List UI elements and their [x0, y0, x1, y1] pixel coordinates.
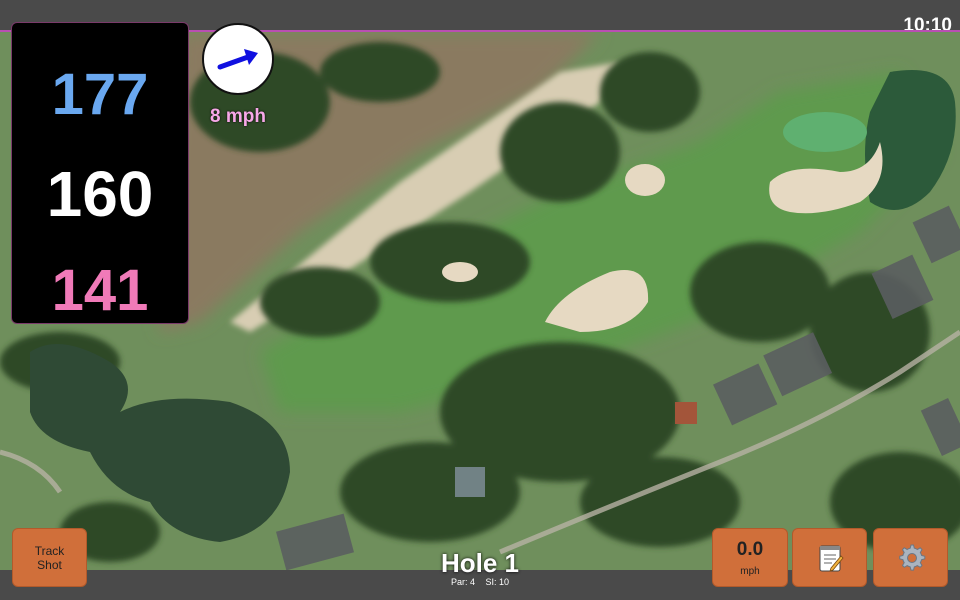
middle-distance: 160: [46, 158, 154, 230]
settings-button[interactable]: [873, 528, 948, 587]
speed-unit: mph: [740, 566, 760, 577]
hole-stroke-index: SI: 10: [485, 577, 510, 587]
track-shot-button[interactable]: Track Shot: [12, 528, 87, 587]
wind-arrow-icon: [217, 49, 258, 70]
front-distance: 141: [51, 258, 149, 323]
wind-speed-label: 8 mph: [210, 106, 266, 127]
distance-panel: 177 160 141: [11, 22, 189, 324]
hole-info: Par: 4 SI: 10: [380, 577, 580, 587]
back-distance: 177: [51, 62, 149, 127]
hole-title: Hole 1: [440, 548, 520, 578]
speed-value: 0.0: [736, 539, 764, 560]
speed-button[interactable]: 0.0 mph: [712, 528, 788, 587]
notes-button[interactable]: [792, 528, 867, 587]
track-shot-label-line2: Shot: [37, 557, 62, 572]
gear-icon: [898, 544, 925, 571]
hole-par: Par: 4: [450, 577, 475, 587]
wind-indicator: [202, 23, 274, 95]
notepad-icon: [819, 545, 844, 572]
track-shot-label-line1: Track: [34, 543, 65, 558]
